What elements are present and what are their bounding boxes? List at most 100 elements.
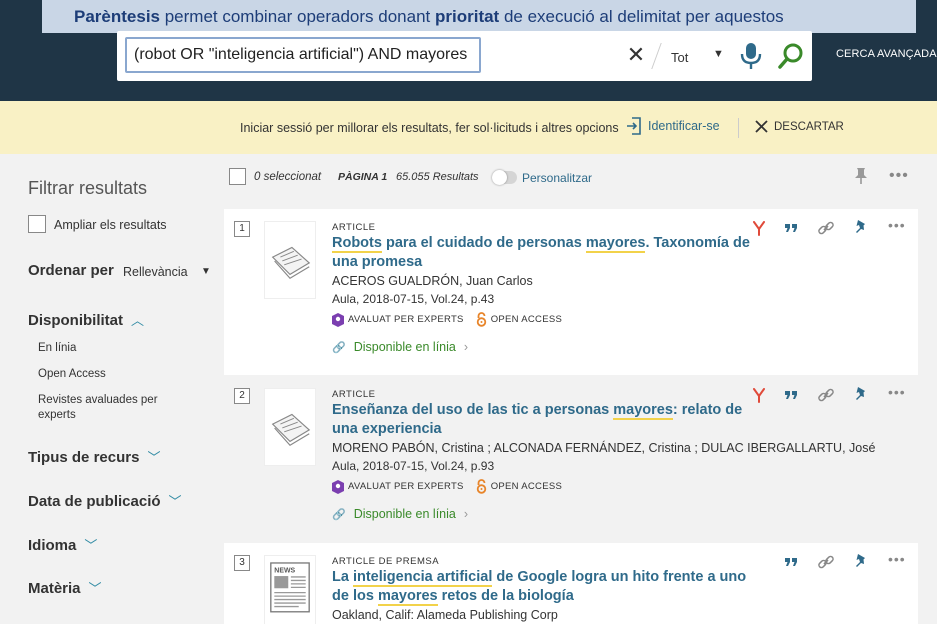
banner-message: Iniciar sessió per millorar els resultat… — [240, 121, 619, 135]
search-icon[interactable] — [777, 42, 805, 70]
pin-icon[interactable] — [852, 386, 870, 404]
link-icon: 🔗 — [332, 341, 346, 354]
result-title-link[interactable]: Robots para el cuidado de personas mayor… — [332, 234, 762, 272]
facet-label: Idioma — [28, 537, 77, 554]
filters-title: Filtrar resultats — [28, 178, 148, 198]
availability-link[interactable]: 🔗 Disponible en línia › — [332, 507, 468, 521]
advanced-search-link[interactable]: CERCA AVANÇADA — [836, 48, 937, 60]
facet-availability[interactable]: Disponibilitat ︿ — [28, 310, 144, 329]
title-highlight: mayores — [585, 235, 646, 253]
result-item[interactable]: 2 ARTICLE Enseñanza del uso de las tic a… — [224, 376, 918, 542]
dismiss-button[interactable]: DESCARTAR — [755, 120, 844, 133]
tip-keyword-parentheses: Parèntesis — [74, 7, 160, 26]
facet-item-open-access[interactable]: Open Access — [38, 367, 106, 382]
facet-subject[interactable]: Matèria ﹀ — [28, 578, 102, 597]
chevron-down-icon[interactable]: ﹀ — [89, 578, 102, 597]
search-scope-select[interactable]: Tot — [671, 50, 688, 65]
microphone-icon[interactable] — [739, 42, 763, 70]
chevron-right-icon: › — [463, 507, 469, 521]
title-highlight: mayores — [377, 588, 438, 606]
signin-button[interactable]: Identificar-se — [626, 117, 720, 135]
result-author: MORENO PABÓN, Cristina ; ALCONADA FERNÁN… — [332, 441, 876, 455]
peer-reviewed-label: AVALUAT PER EXPERTS — [348, 314, 464, 325]
chevron-down-icon[interactable]: ﹀ — [84, 535, 97, 554]
facet-resource-type[interactable]: Tipus de recurs ﹀ — [28, 447, 160, 466]
select-all-checkbox[interactable] — [229, 168, 246, 185]
chevron-down-icon[interactable]: ▼ — [201, 266, 211, 277]
sort-select[interactable]: Rellevància — [123, 265, 188, 279]
open-access-icon — [476, 312, 486, 327]
facet-publication-date[interactable]: Data de publicació ﹀ — [28, 491, 182, 510]
result-title-link[interactable]: La inteligencia artificial de Google log… — [332, 568, 762, 606]
signin-label: Identificar-se — [648, 119, 720, 133]
signin-banner: Iniciar sessió per millorar els resultat… — [0, 101, 937, 154]
quote-icon[interactable] — [782, 386, 800, 404]
citation-trail-icon[interactable] — [750, 219, 768, 237]
peer-reviewed-icon — [332, 312, 344, 327]
result-item[interactable]: 3 NEWS ARTICLE DE PREMSA La inteligencia… — [224, 543, 918, 624]
title-highlight: Robots — [332, 235, 382, 253]
facet-label: Tipus de recurs — [28, 449, 140, 466]
facet-language[interactable]: Idioma ﹀ — [28, 535, 97, 554]
result-author: ACEROS GUALDRÓN, Juan Carlos — [332, 274, 533, 288]
peer-reviewed-label: AVALUAT PER EXPERTS — [348, 481, 464, 492]
close-icon — [755, 120, 768, 133]
availability-link[interactable]: 🔗 Disponible en línia › — [332, 340, 468, 354]
selected-count: 0 seleccionat — [254, 171, 322, 183]
permalink-icon[interactable] — [817, 553, 835, 571]
search-divider — [651, 43, 662, 69]
chevron-down-icon[interactable]: ﹀ — [147, 447, 160, 466]
chevron-down-icon[interactable]: ﹀ — [169, 491, 182, 510]
document-thumbnail-icon — [264, 221, 316, 299]
pin-icon[interactable] — [852, 553, 870, 571]
tip-text: permet combinar operadors donant — [160, 7, 435, 26]
facet-item-peer-reviewed[interactable]: Revistes avaluades per experts — [38, 393, 178, 423]
open-access-label: OPEN ACCESS — [490, 481, 563, 492]
result-title-link[interactable]: Enseñanza del uso de las tic a personas … — [332, 401, 762, 439]
tip-keyword-priority: prioritat — [435, 7, 500, 26]
more-options-icon[interactable]: ••• — [888, 551, 906, 567]
result-type: ARTICLE — [332, 389, 376, 400]
facet-item-online[interactable]: En línia — [38, 341, 76, 356]
facet-label: Disponibilitat — [28, 312, 123, 329]
facet-label: Matèria — [28, 580, 81, 597]
page-indicator: PÀGINA 1 — [338, 171, 388, 183]
more-options-icon[interactable]: ••• — [888, 384, 906, 400]
thumb-label: NEWS — [274, 568, 295, 575]
filters-sidebar: Filtrar resultats Ampliar els resultats … — [0, 154, 222, 624]
result-type: ARTICLE — [332, 222, 376, 233]
search-input[interactable] — [125, 37, 481, 73]
expand-results-checkbox[interactable] — [28, 215, 46, 233]
result-badges: AVALUAT PER EXPERTS OPEN ACCESS — [332, 479, 574, 494]
results-count: 65.055 Resultats — [396, 171, 479, 183]
chevron-up-icon[interactable]: ︿ — [131, 310, 144, 329]
sort-label: Ordenar per — [28, 262, 114, 279]
personalize-toggle[interactable] — [492, 170, 517, 185]
result-source: Aula, 2018-07-15, Vol.24, p.43 — [332, 292, 495, 306]
pin-icon[interactable] — [853, 167, 869, 185]
pin-icon[interactable] — [852, 219, 870, 237]
more-options-icon[interactable]: ••• — [889, 167, 909, 185]
more-options-icon[interactable]: ••• — [888, 217, 906, 233]
open-access-icon — [476, 479, 486, 494]
chevron-down-icon[interactable]: ▼ — [713, 48, 724, 60]
title-text: La — [332, 569, 353, 585]
permalink-icon[interactable] — [817, 386, 835, 404]
result-number: 3 — [234, 555, 250, 571]
clear-search-icon[interactable]: ✕ — [625, 43, 647, 67]
result-item[interactable]: 1 ARTICLE Robots para el cuidado de pers… — [224, 209, 918, 375]
quote-icon[interactable] — [782, 553, 800, 571]
search-bar: ✕ Tot ▼ — [117, 31, 812, 81]
chevron-right-icon: › — [463, 340, 469, 354]
title-text: para el cuidado de personas — [381, 235, 586, 251]
title-highlight: mayores — [613, 402, 673, 420]
permalink-icon[interactable] — [817, 219, 835, 237]
result-badges: AVALUAT PER EXPERTS OPEN ACCESS — [332, 312, 574, 327]
quote-icon[interactable] — [782, 219, 800, 237]
availability-label: Disponible en línia — [353, 340, 456, 354]
citation-trail-icon[interactable] — [750, 386, 768, 404]
open-access-label: OPEN ACCESS — [490, 314, 563, 325]
result-author: Oakland, Calif: Alameda Publishing Corp — [332, 608, 558, 622]
personalize-label[interactable]: Personalitzar — [522, 171, 592, 185]
expand-results-label[interactable]: Ampliar els resultats — [54, 218, 167, 232]
